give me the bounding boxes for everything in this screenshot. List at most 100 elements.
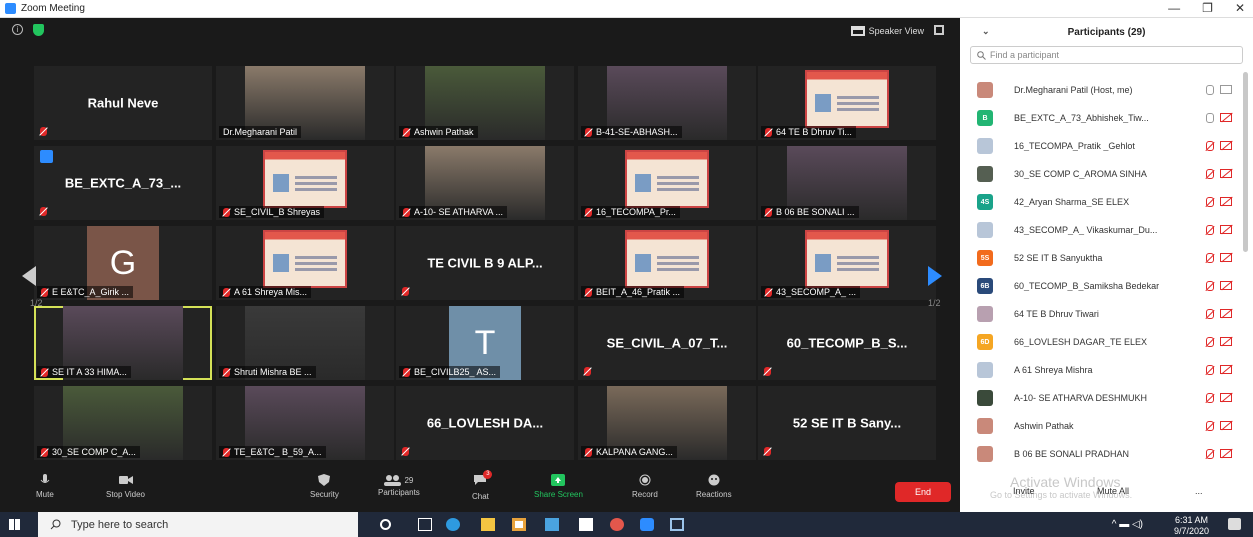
encryption-shield-icon[interactable] bbox=[33, 24, 44, 36]
previous-page-arrow-icon[interactable] bbox=[22, 266, 36, 286]
participant-row[interactable]: 30_SE COMP C_AROMA SINHA bbox=[960, 160, 1242, 188]
video-tile[interactable]: 52 SE IT B Sany... bbox=[758, 386, 936, 460]
video-tile[interactable]: SE IT A 33 HIMA... bbox=[34, 306, 212, 380]
reactions-button[interactable]: Reactions bbox=[696, 474, 732, 499]
video-tile[interactable]: SE_CIVIL_A_07_T... bbox=[578, 306, 756, 380]
participant-row[interactable]: 6B 60_TECOMP_B_Samiksha Bedekar bbox=[960, 272, 1242, 300]
info-icon[interactable]: i bbox=[12, 24, 23, 35]
mic-icon[interactable] bbox=[1206, 113, 1214, 123]
camera-off-icon[interactable] bbox=[1220, 393, 1232, 402]
notepad-icon[interactable] bbox=[579, 518, 593, 531]
participant-row[interactable]: Ashwin Pathak bbox=[960, 412, 1242, 440]
maximize-button[interactable]: ❐ bbox=[1202, 1, 1213, 15]
camera-off-icon[interactable] bbox=[1220, 365, 1232, 374]
muted-mic-icon[interactable] bbox=[1206, 169, 1214, 179]
video-tile[interactable]: 43_SECOMP_A_ ... bbox=[758, 226, 936, 300]
next-page-arrow-icon[interactable] bbox=[928, 266, 942, 286]
video-tile[interactable]: SE_CIVIL_B Shreyas bbox=[216, 146, 394, 220]
snipping-tool-icon[interactable] bbox=[670, 518, 684, 531]
mic-icon[interactable] bbox=[1206, 85, 1214, 95]
taskbar-clock[interactable]: 6:31 AM 9/7/2020 bbox=[1174, 515, 1209, 537]
camera-off-icon[interactable] bbox=[1220, 421, 1232, 430]
camera-icon[interactable] bbox=[1220, 85, 1232, 94]
participant-row[interactable]: 64 TE B Dhruv Tiwari bbox=[960, 300, 1242, 328]
participant-row[interactable]: A-10- SE ATHARVA DESHMUKH bbox=[960, 384, 1242, 412]
video-tile[interactable]: 64 TE B Dhruv Ti... bbox=[758, 66, 936, 140]
muted-mic-icon[interactable] bbox=[1206, 309, 1214, 319]
participant-row[interactable]: 5S 52 SE IT B Sanyuktha bbox=[960, 244, 1242, 272]
collapse-chevron-icon[interactable]: ⌄ bbox=[982, 26, 990, 37]
video-tile[interactable]: GE E&TC_A_Girik ... bbox=[34, 226, 212, 300]
system-tray-icons[interactable]: ^ ▬ ◁) bbox=[1112, 519, 1143, 530]
camera-off-icon[interactable] bbox=[1220, 309, 1232, 318]
participants-button[interactable]: 29 Participants bbox=[378, 474, 420, 497]
camera-off-icon[interactable] bbox=[1220, 281, 1232, 290]
participants-scrollbar[interactable] bbox=[1243, 72, 1248, 252]
video-tile[interactable]: Ashwin Pathak bbox=[396, 66, 574, 140]
speaker-view-button[interactable]: Speaker View bbox=[850, 22, 924, 40]
video-tile[interactable]: A 61 Shreya Mis... bbox=[216, 226, 394, 300]
participant-row[interactable]: 4S 42_Aryan Sharma_SE ELEX bbox=[960, 188, 1242, 216]
camera-off-icon[interactable] bbox=[1220, 141, 1232, 150]
video-tile[interactable]: 16_TECOMPA_Pr... bbox=[578, 146, 756, 220]
participant-row[interactable]: B 06 BE SONALI PRADHAN bbox=[960, 440, 1242, 468]
taskbar-search-field[interactable]: Type here to search bbox=[38, 512, 358, 537]
camera-off-icon[interactable] bbox=[1220, 113, 1232, 122]
notification-center-icon[interactable] bbox=[1228, 518, 1241, 530]
edge-browser-icon[interactable] bbox=[446, 518, 460, 531]
video-tile[interactable]: BE_EXTC_A_73_... bbox=[34, 146, 212, 220]
muted-mic-icon[interactable] bbox=[1206, 337, 1214, 347]
video-tile[interactable]: Rahul Neve bbox=[34, 66, 212, 140]
windows-start-icon[interactable] bbox=[9, 519, 20, 530]
participant-row[interactable]: 16_TECOMPA_Pratik _Gehlot bbox=[960, 132, 1242, 160]
minimize-button[interactable]: — bbox=[1168, 1, 1180, 15]
chrome-icon[interactable] bbox=[610, 518, 624, 531]
end-meeting-button[interactable]: End bbox=[895, 482, 951, 502]
stop-video-button[interactable]: Stop Video bbox=[106, 474, 145, 499]
video-tile[interactable]: Shruti Mishra BE ... bbox=[216, 306, 394, 380]
more-options-button[interactable]: ... bbox=[1195, 486, 1203, 500]
camera-off-icon[interactable] bbox=[1220, 197, 1232, 206]
cortana-icon[interactable] bbox=[380, 519, 391, 530]
camera-off-icon[interactable] bbox=[1220, 169, 1232, 178]
video-tile[interactable]: 30_SE COMP C_A... bbox=[34, 386, 212, 460]
participant-row[interactable]: B BE_EXTC_A_73_Abhishek_Tiw... bbox=[960, 104, 1242, 132]
close-button[interactable]: ✕ bbox=[1235, 1, 1245, 15]
share-screen-button[interactable]: Share Screen bbox=[534, 474, 583, 499]
participant-search-field[interactable]: Find a participant bbox=[970, 46, 1243, 64]
video-tile[interactable]: TE CIVIL B 9 ALP... bbox=[396, 226, 574, 300]
muted-mic-icon[interactable] bbox=[1206, 253, 1214, 263]
store-icon[interactable] bbox=[512, 518, 526, 531]
participant-row[interactable]: 6D 66_LOVLESH DAGAR_TE ELEX bbox=[960, 328, 1242, 356]
muted-mic-icon[interactable] bbox=[1206, 393, 1214, 403]
video-tile[interactable]: 60_TECOMP_B_S... bbox=[758, 306, 936, 380]
mute-all-button[interactable]: Mute All bbox=[1097, 486, 1129, 500]
video-tile[interactable]: A-10- SE ATHARVA ... bbox=[396, 146, 574, 220]
video-tile[interactable]: TE_E&TC_ B_59_A... bbox=[216, 386, 394, 460]
camera-off-icon[interactable] bbox=[1220, 225, 1232, 234]
video-tile[interactable]: BEIT_A_46_Pratik ... bbox=[578, 226, 756, 300]
video-tile[interactable]: B 06 BE SONALI ... bbox=[758, 146, 936, 220]
file-explorer-icon[interactable] bbox=[481, 518, 495, 531]
muted-mic-icon[interactable] bbox=[1206, 449, 1214, 459]
video-tile[interactable]: B-41-SE-ABHASH... bbox=[578, 66, 756, 140]
video-tile[interactable]: KALPANA GANG... bbox=[578, 386, 756, 460]
fullscreen-icon[interactable] bbox=[934, 25, 944, 35]
muted-mic-icon[interactable] bbox=[1206, 421, 1214, 431]
video-tile[interactable]: 66_LOVLESH DA... bbox=[396, 386, 574, 460]
camera-off-icon[interactable] bbox=[1220, 253, 1232, 262]
zoom-taskbar-icon[interactable] bbox=[640, 518, 654, 531]
camera-off-icon[interactable] bbox=[1220, 337, 1232, 346]
record-button[interactable]: Record bbox=[632, 474, 658, 499]
participant-row[interactable]: 43_SECOMP_A_ Vikaskumar_Du... bbox=[960, 216, 1242, 244]
muted-mic-icon[interactable] bbox=[1206, 225, 1214, 235]
video-tile[interactable]: Dr.Megharani Patil bbox=[216, 66, 394, 140]
chat-button[interactable]: 3 Chat bbox=[472, 470, 493, 501]
muted-mic-icon[interactable] bbox=[1206, 141, 1214, 151]
invite-button[interactable]: Invite bbox=[1013, 486, 1035, 500]
participant-row[interactable]: A 61 Shreya Mishra bbox=[960, 356, 1242, 384]
mail-icon[interactable] bbox=[545, 518, 559, 531]
muted-mic-icon[interactable] bbox=[1206, 365, 1214, 375]
camera-off-icon[interactable] bbox=[1220, 449, 1232, 458]
mute-button[interactable]: Mute bbox=[36, 474, 54, 499]
